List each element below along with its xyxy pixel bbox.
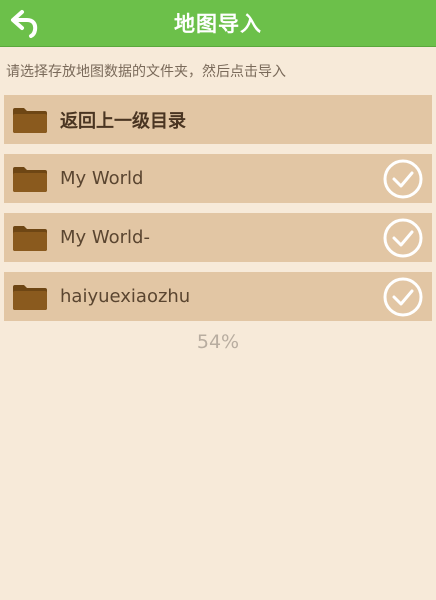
row-label: My World- xyxy=(60,227,150,248)
folder-icon xyxy=(13,107,47,133)
check-circle-icon[interactable] xyxy=(382,158,424,200)
check-circle-icon[interactable] xyxy=(382,276,424,318)
folder-row-my-world[interactable]: My World xyxy=(4,154,432,203)
parent-directory-row[interactable]: 返回上一级目录 xyxy=(4,95,432,144)
folder-row-my-world-dash[interactable]: My World- xyxy=(4,213,432,262)
row-label: My World xyxy=(60,168,144,189)
page-title: 地图导入 xyxy=(174,12,262,36)
back-arrow-icon xyxy=(11,10,38,38)
import-progress-text: 54% xyxy=(196,331,240,353)
folder-icon xyxy=(13,284,47,310)
folder-icon xyxy=(13,225,47,251)
folder-row-haiyuexiaozhu[interactable]: haiyuexiaozhu xyxy=(4,272,432,321)
back-button[interactable] xyxy=(6,5,44,41)
title-bar: 地图导入 xyxy=(0,0,436,47)
instruction-text: 请选择存放地图数据的文件夹，然后点击导入 xyxy=(6,64,286,80)
check-circle-icon[interactable] xyxy=(382,217,424,259)
folder-list: 返回上一级目录 My World My World- haiyuexiaozhu xyxy=(0,95,436,321)
row-label: 返回上一级目录 xyxy=(60,110,186,132)
folder-icon xyxy=(13,166,47,192)
row-label: haiyuexiaozhu xyxy=(60,286,191,307)
